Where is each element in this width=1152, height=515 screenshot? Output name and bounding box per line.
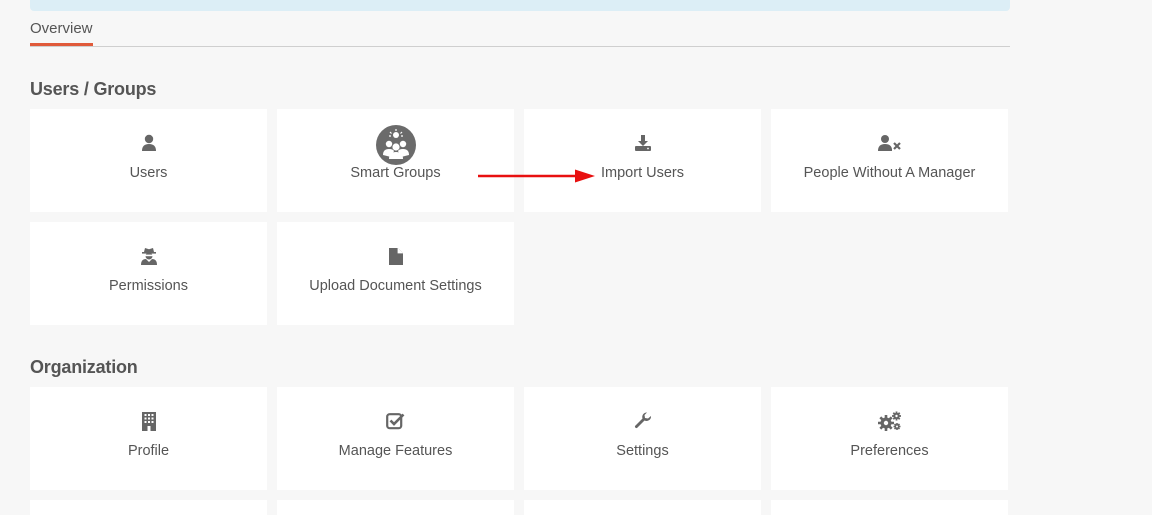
user-secret-icon	[139, 246, 159, 266]
tile-label: Upload Document Settings	[309, 278, 482, 294]
building-icon	[139, 411, 159, 431]
tile-people-without-manager[interactable]: People Without A Manager	[771, 109, 1008, 212]
smart-groups-icon	[375, 124, 417, 166]
tile-partial-3[interactable]	[524, 500, 761, 515]
tile-import-users[interactable]: Import Users	[524, 109, 761, 212]
tile-smart-groups[interactable]: Smart Groups	[277, 109, 514, 212]
tile-partial-2[interactable]	[277, 500, 514, 515]
tile-manage-features[interactable]: Manage Features	[277, 387, 514, 490]
tile-partial-1[interactable]	[30, 500, 267, 515]
tile-users[interactable]: Users	[30, 109, 267, 212]
tile-label: Permissions	[109, 278, 188, 294]
tile-partial-4[interactable]	[771, 500, 1008, 515]
tile-permissions[interactable]: Permissions	[30, 222, 267, 325]
tile-profile[interactable]: Profile	[30, 387, 267, 490]
tile-label: People Without A Manager	[803, 165, 976, 181]
tile-upload-document-settings[interactable]: Upload Document Settings	[277, 222, 514, 325]
tab-overview[interactable]: Overview	[30, 18, 93, 46]
tile-label: Profile	[127, 443, 170, 459]
tile-preferences[interactable]: Preferences	[771, 387, 1008, 490]
check-square-icon	[386, 411, 406, 431]
wrench-icon	[633, 411, 653, 431]
user-x-icon	[877, 133, 903, 153]
tab-bar: Overview	[30, 18, 1010, 47]
gears-icon	[877, 411, 902, 431]
tile-label: Users	[129, 165, 168, 181]
tile-settings[interactable]: Settings	[524, 387, 761, 490]
tile-label: Preferences	[850, 443, 929, 459]
section-title-users-groups: Users / Groups	[30, 79, 157, 99]
file-icon	[386, 246, 406, 266]
annotation-arrow-icon	[478, 169, 595, 183]
info-banner	[30, 0, 1010, 11]
tile-label: Settings	[616, 443, 669, 459]
download-icon	[633, 133, 653, 153]
section-title-organization: Organization	[30, 357, 138, 377]
user-icon	[139, 133, 159, 153]
tile-label: Manage Features	[338, 443, 453, 459]
